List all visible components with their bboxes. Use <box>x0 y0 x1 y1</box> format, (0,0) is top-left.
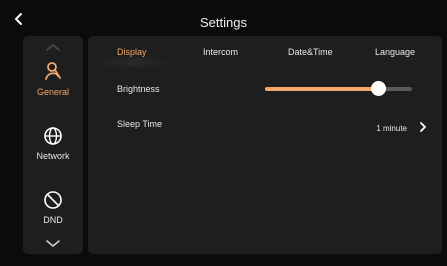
do-not-disturb-icon <box>44 191 62 209</box>
settings-panel: Display Intercom Date&Time Language Brig… <box>88 36 442 254</box>
tab-language[interactable]: Language <box>375 47 415 57</box>
sidebar-item-label: DND <box>43 215 63 225</box>
chevron-right-icon <box>420 122 426 132</box>
page-title: Settings <box>200 15 247 30</box>
sidebar-item-general[interactable]: General <box>23 60 83 112</box>
sleep-time-value[interactable]: 1 minute <box>376 124 407 133</box>
brightness-slider[interactable] <box>265 81 412 96</box>
tab-highlight <box>94 58 174 66</box>
globe-icon <box>44 127 62 145</box>
sidebar-item-label: Network <box>36 151 70 161</box>
top-bar: Settings <box>0 0 447 34</box>
settings-screen: Settings General Network DND Display Int… <box>0 0 447 266</box>
tab-intercom[interactable]: Intercom <box>203 47 238 57</box>
chevron-down-icon <box>46 240 60 247</box>
sidebar-item-dnd[interactable]: DND <box>23 190 83 242</box>
wrench-person-icon <box>45 62 61 80</box>
sidebar-scroll-down[interactable] <box>43 237 63 249</box>
sidebar-scroll-up[interactable] <box>43 40 63 52</box>
slider-fill <box>265 87 379 91</box>
sleep-time-label: Sleep Time <box>117 119 163 129</box>
tab-display[interactable]: Display <box>117 47 147 57</box>
sidebar-item-label: General <box>36 87 70 97</box>
slider-knob[interactable] <box>371 81 387 96</box>
sidebar[interactable]: General Network DND <box>23 36 83 254</box>
sidebar-item-network[interactable]: Network <box>23 126 83 178</box>
tab-date-time[interactable]: Date&Time <box>288 47 333 57</box>
brightness-label: Brightness <box>117 84 160 94</box>
sleep-time-arrow[interactable] <box>418 120 428 134</box>
chevron-up-icon <box>46 44 60 51</box>
